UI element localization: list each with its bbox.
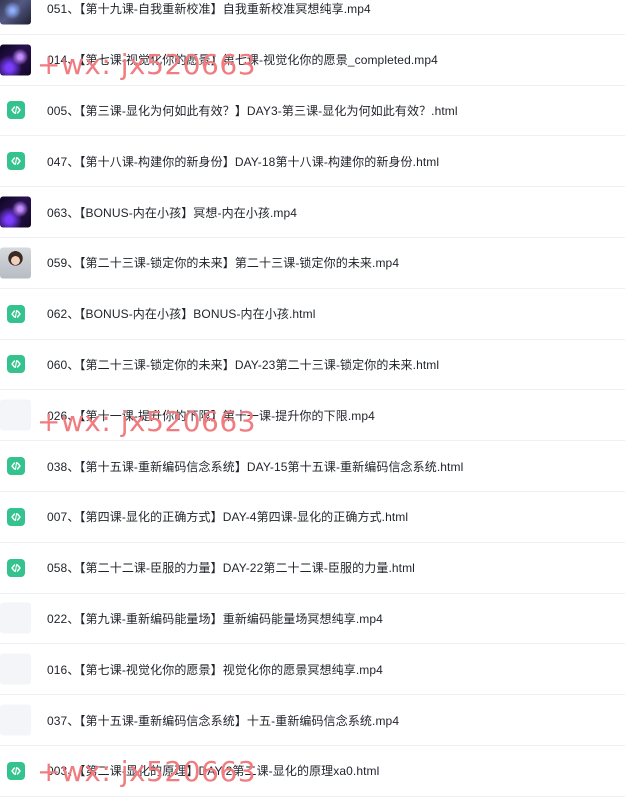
video-thumbnail-icon bbox=[0, 704, 31, 736]
file-row[interactable]: 007、【第四课-显化的正确方式】DAY-4第四课-显化的正确方式.html bbox=[0, 492, 625, 543]
html-file-icon bbox=[7, 558, 25, 577]
file-name[interactable]: 003、【第二课-显化的原理】DAY-2第二课-显化的原理xa0.html bbox=[47, 762, 379, 779]
html-file-icon bbox=[7, 507, 25, 526]
file-row[interactable]: 005、【第三课-显化为何如此有效？】DAY3-第三课-显化为何如此有效？.ht… bbox=[0, 86, 625, 137]
file-row[interactable]: 038、【第十五课-重新编码信念系统】DAY-15第十五课-重新编码信念系统.h… bbox=[0, 441, 625, 492]
file-name[interactable]: 037、【第十五课-重新编码信念系统】十五-重新编码信念系统.mp4 bbox=[47, 712, 399, 729]
html-file-icon bbox=[7, 761, 25, 780]
file-name[interactable]: 051、【第十九课-自我重新校准】自我重新校准冥想纯享.mp4 bbox=[47, 0, 371, 17]
video-thumbnail-icon bbox=[0, 196, 31, 228]
html-file-icon bbox=[7, 355, 25, 374]
file-name[interactable]: 058、【第二十二课-臣服的力量】DAY-22第二十二课-臣服的力量.html bbox=[47, 559, 415, 576]
file-name[interactable]: 005、【第三课-显化为何如此有效？】DAY3-第三课-显化为何如此有效？.ht… bbox=[47, 102, 458, 119]
file-row[interactable]: 058、【第二十二课-臣服的力量】DAY-22第二十二课-臣服的力量.html bbox=[0, 543, 625, 594]
file-name[interactable]: 007、【第四课-显化的正确方式】DAY-4第四课-显化的正确方式.html bbox=[47, 508, 408, 525]
file-row[interactable]: 051、【第十九课-自我重新校准】自我重新校准冥想纯享.mp4 bbox=[0, 0, 625, 35]
video-thumbnail-icon bbox=[0, 44, 31, 76]
file-row[interactable]: 014、【第七课-视觉化你的愿景】第七课-视觉化你的愿景_completed.m… bbox=[0, 35, 625, 86]
file-name[interactable]: 026、【第十一课-提升你的下限】第十一课-提升你的下限.mp4 bbox=[47, 407, 375, 424]
video-thumbnail-icon bbox=[0, 399, 31, 431]
html-file-icon bbox=[7, 457, 25, 476]
file-row[interactable]: 060、【第二十三课-锁定你的未来】DAY-23第二十三课-锁定你的未来.htm… bbox=[0, 340, 625, 391]
video-thumbnail-icon bbox=[0, 247, 31, 279]
file-row[interactable]: 016、【第七课-视觉化你的愿景】视觉化你的愿景冥想纯享.mp4 bbox=[0, 644, 625, 696]
video-thumbnail-icon bbox=[0, 0, 31, 25]
html-file-icon bbox=[7, 101, 25, 120]
file-row[interactable]: 003、【第二课-显化的原理】DAY-2第二课-显化的原理xa0.html bbox=[0, 746, 625, 797]
file-name[interactable]: 014、【第七课-视觉化你的愿景】第七课-视觉化你的愿景_completed.m… bbox=[47, 51, 438, 68]
video-thumbnail-icon bbox=[0, 653, 31, 685]
file-list: 051、【第十九课-自我重新校准】自我重新校准冥想纯享.mp4 014、【第七课-… bbox=[0, 0, 625, 797]
file-row[interactable]: 059、【第二十三课-锁定你的未来】第二十三课-锁定你的未来.mp4 bbox=[0, 238, 625, 289]
file-row[interactable]: 026、【第十一课-提升你的下限】第十一课-提升你的下限.mp4 bbox=[0, 390, 625, 442]
file-name[interactable]: 062、【BONUS-内在小孩】BONUS-内在小孩.html bbox=[47, 305, 315, 322]
file-row[interactable]: 063、【BONUS-内在小孩】冥想-内在小孩.mp4 bbox=[0, 187, 625, 238]
file-row[interactable]: 022、【第九课-重新编码能量场】重新编码能量场冥想纯享.mp4 bbox=[0, 594, 625, 645]
file-row[interactable]: 047、【第十八课-构建你的新身份】DAY-18第十八课-构建你的新身份.htm… bbox=[0, 136, 625, 188]
file-name[interactable]: 059、【第二十三课-锁定你的未来】第二十三课-锁定你的未来.mp4 bbox=[47, 254, 399, 271]
html-file-icon bbox=[7, 304, 25, 323]
html-file-icon bbox=[7, 152, 25, 171]
file-row[interactable]: 062、【BONUS-内在小孩】BONUS-内在小孩.html bbox=[0, 289, 625, 340]
file-name[interactable]: 047、【第十八课-构建你的新身份】DAY-18第十八课-构建你的新身份.htm… bbox=[47, 153, 439, 170]
file-name[interactable]: 063、【BONUS-内在小孩】冥想-内在小孩.mp4 bbox=[47, 204, 297, 221]
file-name[interactable]: 060、【第二十三课-锁定你的未来】DAY-23第二十三课-锁定你的未来.htm… bbox=[47, 356, 439, 373]
file-name[interactable]: 016、【第七课-视觉化你的愿景】视觉化你的愿景冥想纯享.mp4 bbox=[47, 661, 383, 678]
file-name[interactable]: 038、【第十五课-重新编码信念系统】DAY-15第十五课-重新编码信念系统.h… bbox=[47, 458, 463, 475]
file-row[interactable]: 037、【第十五课-重新编码信念系统】十五-重新编码信念系统.mp4 bbox=[0, 695, 625, 746]
file-name[interactable]: 022、【第九课-重新编码能量场】重新编码能量场冥想纯享.mp4 bbox=[47, 610, 383, 627]
video-thumbnail-icon bbox=[0, 602, 31, 634]
